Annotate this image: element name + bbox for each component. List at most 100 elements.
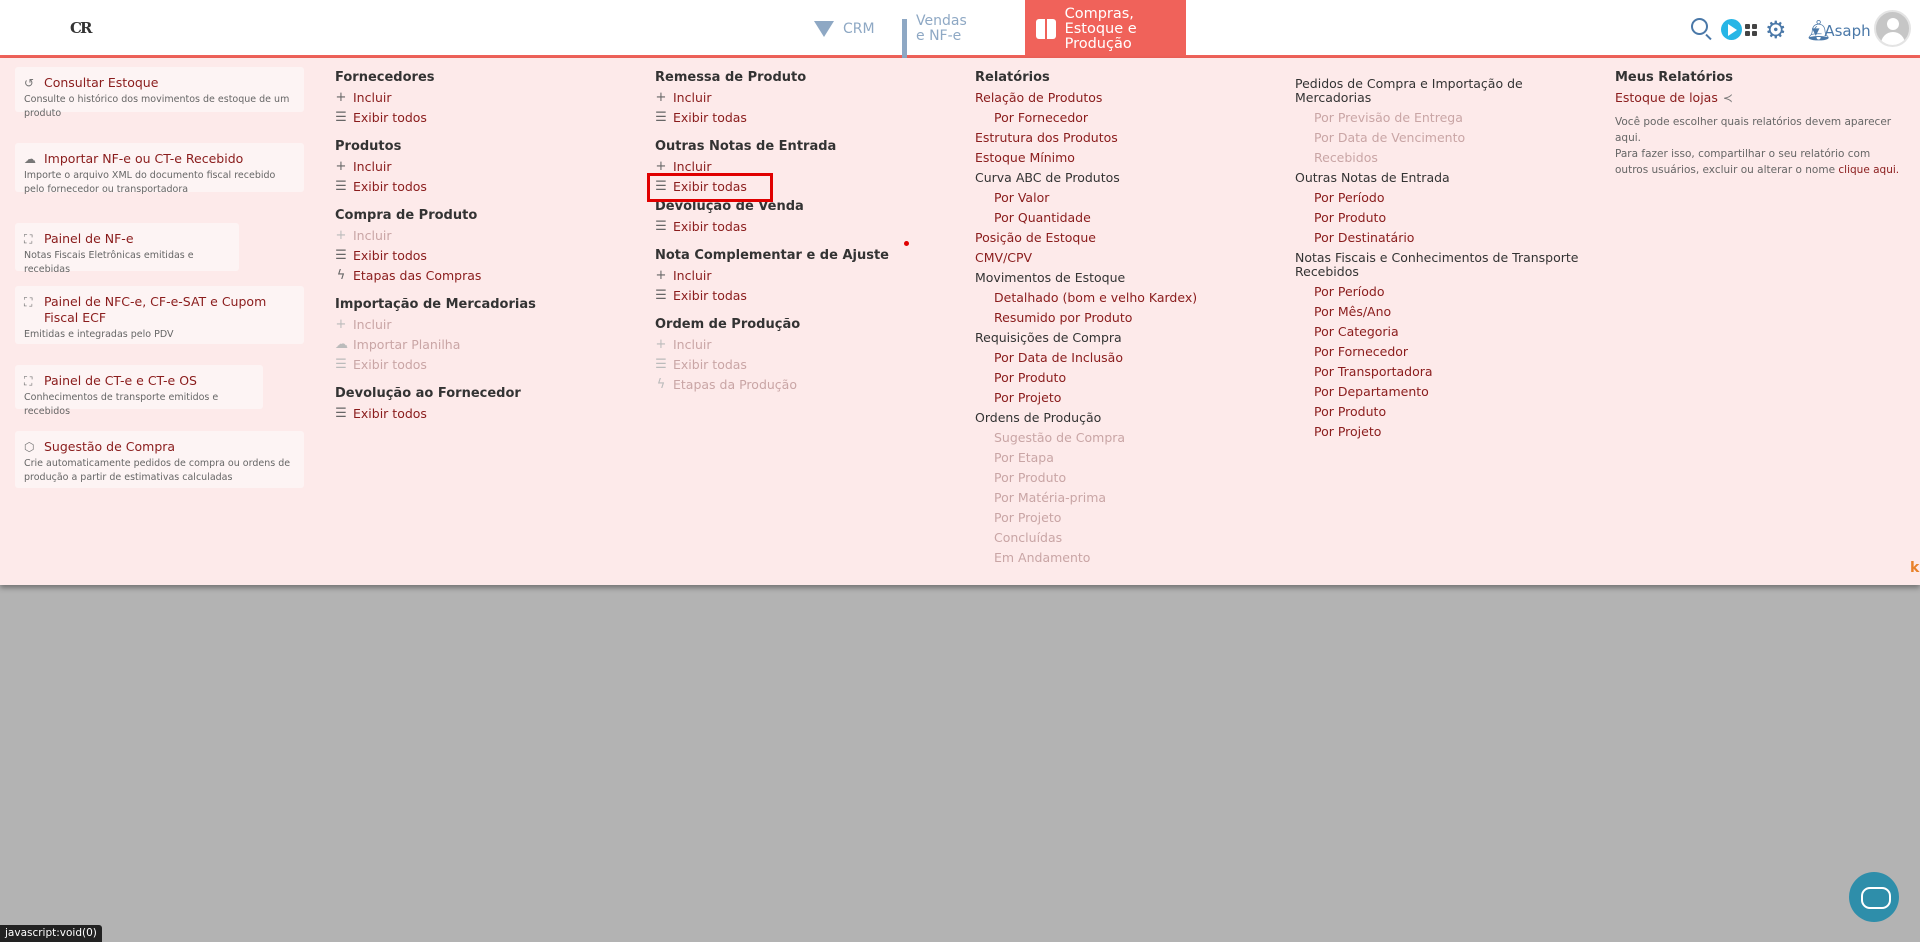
report-link[interactable]: Por Matéria-prima [975, 488, 1275, 508]
report-link[interactable]: Detalhado (bom e velho Kardex) [975, 288, 1275, 308]
report-link[interactable]: Estoque Mínimo [975, 148, 1275, 168]
remessa-incluir-link[interactable]: + Incluir [655, 88, 935, 108]
card-painel-nfe[interactable]: ⛶ Painel de NF-e Notas Fiscais Eletrônica… [15, 223, 239, 275]
clique-aqui-link[interactable]: clique aqui. [1838, 164, 1899, 176]
produtos-incluir-link[interactable]: + Incluir [335, 157, 615, 177]
section-title: Remessa de Produto [655, 70, 807, 85]
report-link[interactable]: Por Mês/Ano [1295, 302, 1585, 322]
ordem-incluir-link[interactable]: + Incluir [655, 335, 935, 355]
report-link[interactable]: Por Produto [1295, 402, 1585, 422]
ordem-etapas-link[interactable]: ϟ Etapas da Produção [655, 375, 935, 395]
report-link[interactable]: Em Andamento [975, 548, 1275, 568]
list-icon: ☰ [335, 406, 347, 421]
fornecedores-incluir-link[interactable]: + Incluir [335, 88, 615, 108]
report-link[interactable]: Por Fornecedor [975, 108, 1275, 128]
plus-icon: + [335, 228, 347, 243]
report-link[interactable]: Por Categoria [1295, 322, 1585, 342]
nav-crm[interactable]: CRM [814, 0, 875, 58]
compra-exibir-link[interactable]: ☰ Exibir todos [335, 246, 615, 266]
report-link[interactable]: Recebidos [1295, 148, 1585, 168]
card-painel-nfce[interactable]: ⛶ Painel de NFC-e, CF-e-SAT e Cupom Fisca… [15, 286, 304, 344]
estoque-lojas-link[interactable]: Estoque de lojas ≺ [1615, 88, 1910, 108]
link-label: Estoque de lojas [1615, 90, 1718, 105]
remessa-exibir-link[interactable]: ☰ Exibir todas [655, 108, 935, 128]
report-link[interactable]: Por Departamento [1295, 382, 1585, 402]
share-icon: ≺ [1722, 91, 1733, 105]
play-icon[interactable] [1721, 19, 1742, 40]
section-title: Outras Notas de Entrada [655, 139, 837, 154]
report-link[interactable]: Por Projeto [975, 508, 1275, 528]
edge-widget-icon[interactable]: k [1910, 560, 1919, 576]
fornecedores-exibir-link[interactable]: ☰ Exibir todos [335, 108, 615, 128]
nav-compras[interactable]: Compras, Estoque e Produção [1025, 0, 1186, 58]
nav-vendas[interactable]: Vendas e NF-e [902, 0, 978, 61]
gear-icon[interactable]: ⚙ [1765, 18, 1787, 42]
card-desc: Conhecimentos de transporte emitidos e r… [24, 392, 219, 417]
produtos-exibir-link[interactable]: ☰ Exibir todos [335, 177, 615, 197]
list-icon: ☰ [655, 288, 667, 303]
report-link[interactable]: Por Previsão de Entrega [1295, 108, 1585, 128]
report-link[interactable]: CMV/CPV [975, 248, 1275, 268]
plus-icon: + [335, 90, 347, 105]
report-group-title: Outras Notas de Entrada [1295, 170, 1450, 185]
section-title: Devolução ao Fornecedor [335, 386, 521, 401]
report-link[interactable]: Por Produto [975, 468, 1275, 488]
nav-vendas-label: Vendas e NF-e [916, 13, 967, 44]
report-link[interactable]: Por Transportadora [1295, 362, 1585, 382]
report-link[interactable]: Estrutura dos Produtos [975, 128, 1275, 148]
card-desc: Crie automaticamente pedidos de compra o… [24, 458, 291, 483]
link-label: Etapas da Produção [673, 377, 797, 392]
report-link[interactable]: Por Período [1295, 282, 1585, 302]
report-link[interactable]: Concluídas [975, 528, 1275, 548]
report-link[interactable]: Resumido por Produto [975, 308, 1275, 328]
report-link[interactable]: Por Produto [1295, 208, 1585, 228]
card-sugestao-compra[interactable]: ⬡ Sugestão de Compra Crie automaticamente… [15, 431, 304, 488]
cloud-upload-icon: ☁ [24, 152, 36, 166]
report-link[interactable]: Relação de Produtos [975, 88, 1275, 108]
list-icon: ☰ [655, 110, 667, 125]
apps-grid-icon[interactable] [1745, 24, 1757, 36]
report-link[interactable]: Por Projeto [1295, 422, 1585, 442]
importacao-incluir-link[interactable]: + Incluir [335, 315, 615, 335]
search-icon[interactable] [1691, 18, 1708, 35]
card-desc: Notas Fiscais Eletrônicas emitidas e rec… [24, 250, 194, 275]
box-icon [1036, 19, 1056, 39]
card-title: Painel de NF-e [44, 231, 134, 246]
compra-etapas-link[interactable]: ϟ Etapas das Compras [335, 266, 615, 286]
report-link[interactable]: Posição de Estoque [975, 228, 1275, 248]
card-consultar-estoque[interactable]: ↺ Consultar Estoque Consulte o histórico … [15, 67, 304, 119]
report-link[interactable]: Sugestão de Compra [975, 428, 1275, 448]
report-link[interactable]: Por Fornecedor [1295, 342, 1585, 362]
app-logo[interactable]: CR [70, 19, 92, 37]
list-icon: ☰ [335, 110, 347, 125]
card-importar-nfe[interactable]: ☁ Importar NF-e ou CT-e Recebido Importe … [15, 143, 304, 195]
complementar-exibir-link[interactable]: ☰ Exibir todas [655, 286, 935, 306]
report-link[interactable]: Por Quantidade [975, 208, 1275, 228]
card-title: Consultar Estoque [44, 75, 159, 90]
card-painel-cte[interactable]: ⛶ Painel de CT-e e CT-e OS Conhecimentos … [15, 365, 263, 417]
report-link[interactable]: Por Etapa [975, 448, 1275, 468]
link-label: Incluir [353, 90, 392, 105]
desc-line-1: Você pode escolher quais relatórios deve… [1615, 116, 1892, 144]
user-name: Asaph [1824, 22, 1871, 40]
importacao-exibir-link[interactable]: ☰ Exibir todos [335, 355, 615, 375]
report-link[interactable]: Por Projeto [975, 388, 1275, 408]
ordem-exibir-link[interactable]: ☰ Exibir todas [655, 355, 935, 375]
link-label: Exibir todas [673, 219, 747, 234]
link-label: Importar Planilha [353, 337, 461, 352]
report-link[interactable]: Por Produto [975, 368, 1275, 388]
complementar-incluir-link[interactable]: + Incluir [655, 266, 935, 286]
compra-incluir-link[interactable]: + Incluir [335, 226, 615, 246]
importacao-planilha-link[interactable]: ☁ Importar Planilha [335, 335, 615, 355]
report-link[interactable]: Por Destinatário [1295, 228, 1585, 248]
user-menu[interactable]: ▾ Asaph [1812, 22, 1882, 40]
mega-menu: ↺ Consultar Estoque Consulte o histórico … [0, 58, 1920, 585]
report-link[interactable]: Por Data de Vencimento [1295, 128, 1585, 148]
devvenda-exibir-link[interactable]: ☰ Exibir todas [655, 217, 935, 237]
avatar[interactable] [1874, 10, 1911, 47]
chat-icon[interactable] [1849, 872, 1899, 922]
devolucao-exibir-link[interactable]: ☰ Exibir todos [335, 404, 615, 424]
report-link[interactable]: Por Período [1295, 188, 1585, 208]
report-link[interactable]: Por Data de Inclusão [975, 348, 1275, 368]
report-link[interactable]: Por Valor [975, 188, 1275, 208]
